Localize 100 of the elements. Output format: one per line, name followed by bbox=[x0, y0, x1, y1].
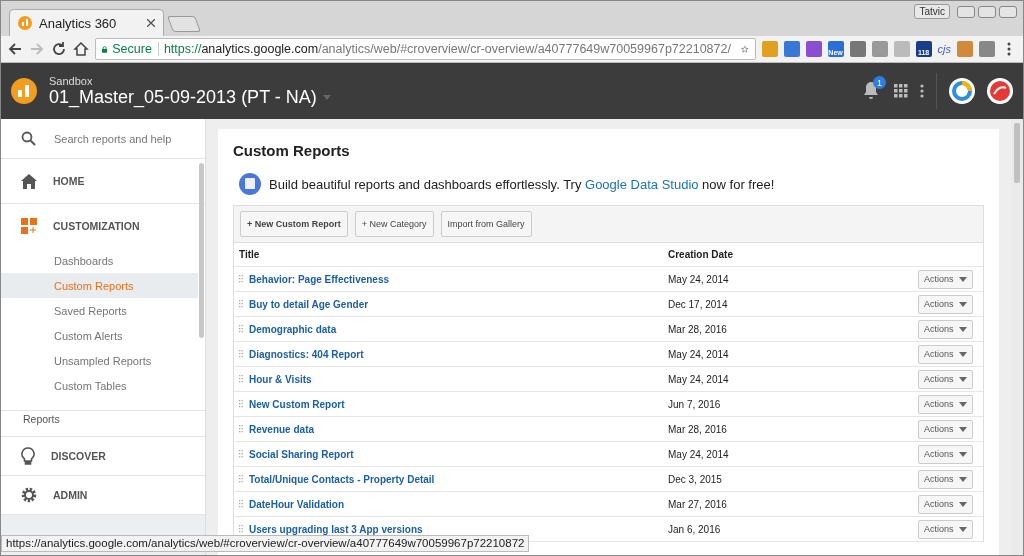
nav-item[interactable]: Dashboards bbox=[1, 248, 198, 273]
home-icon[interactable] bbox=[73, 41, 89, 57]
toolbar-button[interactable]: + New Custom Report bbox=[240, 211, 348, 237]
account-name: Sandbox bbox=[49, 74, 94, 87]
nav-item[interactable]: Custom Tables bbox=[1, 373, 198, 398]
nav-section[interactable]: HOME bbox=[1, 159, 205, 203]
extension-icon[interactable] bbox=[783, 41, 800, 57]
caret-icon bbox=[959, 276, 967, 282]
minimize-button[interactable] bbox=[957, 5, 975, 18]
page-title: Custom Reports bbox=[233, 142, 351, 159]
report-link[interactable]: Behavior: Page Effectiveness bbox=[249, 273, 390, 285]
nav-item[interactable]: Custom Alerts bbox=[1, 323, 198, 348]
caret-icon bbox=[322, 94, 331, 100]
actions-dropdown[interactable]: Actions bbox=[918, 494, 973, 514]
report-link[interactable]: Demographic data bbox=[249, 323, 337, 335]
actions-dropdown[interactable]: Actions bbox=[918, 444, 973, 464]
view-selector[interactable]: 01_Master_05-09-2013 (PT - NA) bbox=[49, 86, 850, 108]
date-cell-text: Dec 17, 2014 bbox=[668, 298, 729, 310]
reports-heading: Reports bbox=[23, 412, 60, 425]
address-bar[interactable]: Secure https://analytics.google.com/analytics/web/#croverview/cr-overview/a40777649w70059967p72210872/ bbox=[95, 38, 756, 60]
scrollbar[interactable] bbox=[199, 163, 204, 338]
date-cell-text: Dec 3, 2015 bbox=[668, 473, 723, 485]
reload-icon[interactable] bbox=[51, 41, 67, 57]
report-link[interactable]: Buy to detail Age Gender bbox=[249, 298, 369, 310]
settings-icon bbox=[21, 487, 37, 503]
date-cell-text: Mar 27, 2016 bbox=[668, 498, 728, 510]
browser-tab[interactable]: Analytics 360 bbox=[9, 9, 164, 36]
data-studio-link[interactable]: Google Data Studio bbox=[585, 176, 699, 192]
url-text: https://analytics.google.com/analytics/web/#croverview/cr-overview/a40777649w70059967p72210872/ bbox=[163, 42, 731, 56]
actions-dropdown[interactable]: Actions bbox=[918, 294, 973, 314]
caret-icon bbox=[959, 301, 967, 307]
nav-section[interactable]: CUSTOMIZATION bbox=[1, 204, 205, 248]
date-cell-text: Jan 6, 2016 bbox=[668, 523, 722, 535]
more-icon[interactable] bbox=[920, 84, 924, 98]
caret-icon bbox=[959, 451, 967, 457]
notification-count: 1 bbox=[873, 76, 886, 89]
actions-dropdown[interactable]: Actions bbox=[918, 519, 973, 539]
link-preview-tooltip: https://analytics.google.com/analytics/web/#croverview/cr-overview/a40777649w70059967p72210872 bbox=[1, 535, 530, 552]
ring-logo-icon[interactable] bbox=[949, 78, 975, 104]
profile-label[interactable]: Tatvic bbox=[914, 4, 950, 19]
close-button[interactable] bbox=[999, 5, 1017, 18]
toolbar-button[interactable]: + New Category bbox=[354, 211, 434, 237]
bell-icon bbox=[862, 80, 880, 100]
caret-icon bbox=[959, 526, 967, 532]
report-link[interactable]: Users upgrading last 3 App versions bbox=[249, 523, 423, 535]
nav-item[interactable]: Unsampled Reports bbox=[1, 348, 198, 373]
actions-dropdown[interactable]: Actions bbox=[918, 394, 973, 414]
home-icon bbox=[21, 173, 37, 189]
close-icon[interactable] bbox=[147, 19, 155, 27]
report-link[interactable]: Total/Unique Contacts - Property Detail bbox=[249, 473, 435, 485]
extension-icon[interactable] bbox=[805, 41, 822, 57]
scrollbar[interactable] bbox=[1011, 119, 1023, 555]
maximize-button[interactable] bbox=[978, 5, 996, 18]
report-link[interactable]: Hour & Visits bbox=[249, 373, 312, 385]
nav-section[interactable]: DISCOVER bbox=[1, 436, 205, 475]
caret-icon bbox=[959, 351, 967, 357]
report-link[interactable]: DateHour Validation bbox=[249, 498, 344, 510]
actions-dropdown[interactable]: Actions bbox=[918, 319, 973, 339]
report-link[interactable]: Social Sharing Report bbox=[249, 448, 354, 460]
actions-dropdown[interactable]: Actions bbox=[918, 344, 973, 364]
date-cell-text: May 24, 2014 bbox=[668, 373, 730, 385]
apps-grid-icon[interactable] bbox=[894, 84, 908, 98]
promo-text: Build beautiful reports and dashboards effortlessly. Try Google Data Studio now for free! bbox=[269, 176, 775, 192]
search-field[interactable]: Search reports and help bbox=[54, 132, 172, 145]
date-cell-text: Mar 28, 2016 bbox=[668, 423, 728, 435]
caret-icon bbox=[959, 476, 967, 482]
lock-icon bbox=[102, 43, 108, 55]
caret-icon bbox=[959, 401, 967, 407]
actions-dropdown[interactable]: Actions bbox=[918, 419, 973, 439]
nav-item[interactable]: Saved Reports bbox=[1, 298, 198, 323]
date-cell-text: May 24, 2014 bbox=[668, 348, 730, 360]
profile-avatar-icon[interactable] bbox=[987, 78, 1013, 104]
caret-icon bbox=[959, 426, 967, 432]
caret-icon bbox=[959, 501, 967, 507]
column-header: Creation Date bbox=[668, 249, 734, 260]
back-icon[interactable] bbox=[7, 41, 23, 57]
actions-dropdown[interactable]: Actions bbox=[918, 369, 973, 389]
report-link[interactable]: Diagnostics: 404 Report bbox=[249, 348, 364, 360]
report-link[interactable]: New Custom Report bbox=[249, 398, 345, 410]
forward-icon[interactable] bbox=[29, 41, 45, 57]
new-tab-button[interactable] bbox=[167, 16, 201, 32]
extension-icon[interactable] bbox=[871, 41, 888, 57]
grid-plus-icon bbox=[21, 218, 37, 234]
date-cell-text: May 24, 2014 bbox=[668, 448, 730, 460]
analytics-logo-icon bbox=[18, 16, 32, 30]
analytics-logo-icon bbox=[11, 78, 37, 104]
secure-label: Secure bbox=[112, 42, 159, 56]
actions-dropdown[interactable]: Actions bbox=[918, 269, 973, 289]
date-cell-text: Jun 7, 2016 bbox=[668, 398, 722, 410]
caret-icon bbox=[959, 376, 967, 382]
data-studio-icon bbox=[239, 173, 261, 195]
toolbar-button[interactable]: Import from Gallery bbox=[440, 211, 532, 237]
report-link[interactable]: Revenue data bbox=[249, 423, 315, 435]
date-cell-text: Mar 28, 2016 bbox=[668, 323, 728, 335]
actions-dropdown[interactable]: Actions bbox=[918, 469, 973, 489]
extension-icon[interactable] bbox=[849, 41, 866, 57]
extension-icon[interactable]: cjs bbox=[937, 43, 951, 55]
lightbulb-icon bbox=[21, 447, 35, 465]
extension-icon[interactable] bbox=[761, 41, 778, 57]
date-cell-text: May 24, 2014 bbox=[668, 273, 730, 285]
